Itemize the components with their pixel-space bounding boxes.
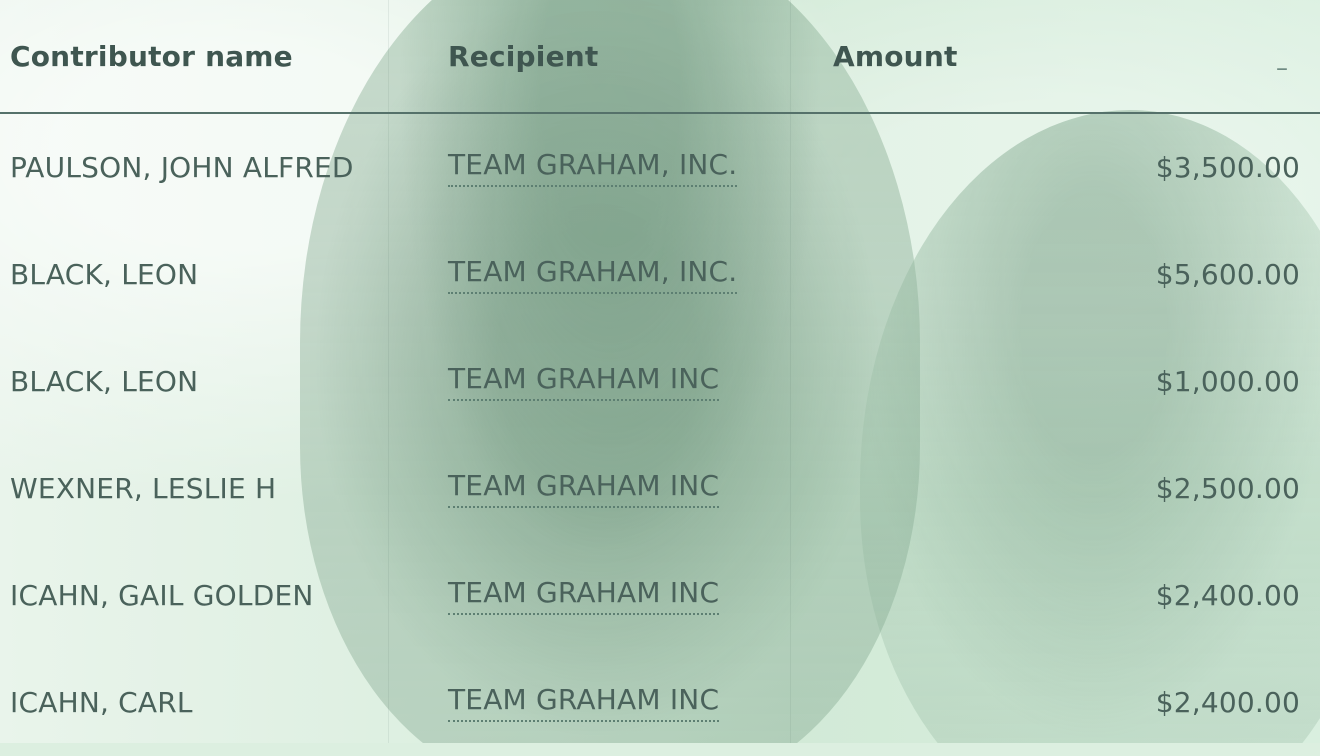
contributor-name: BLACK, LEON bbox=[10, 258, 199, 291]
recipient-cell: TEAM GRAHAM INC bbox=[448, 649, 833, 756]
recipient-link[interactable]: TEAM GRAHAM INC bbox=[448, 578, 720, 615]
collapse-icon[interactable]: – bbox=[1276, 56, 1288, 80]
table-row: PAULSON, JOHN ALFRED TEAM GRAHAM, INC. $… bbox=[0, 113, 1320, 221]
contributor-name: ICAHN, CARL bbox=[10, 686, 193, 719]
recipient-cell: TEAM GRAHAM INC bbox=[448, 542, 833, 649]
contribution-table: Contributor name Recipient Amount PAULSO… bbox=[0, 0, 1320, 756]
header-row: Contributor name Recipient Amount bbox=[0, 0, 1320, 114]
recipient-cell: TEAM GRAHAM, INC. bbox=[448, 113, 833, 221]
contributor-name: WEXNER, LESLIE H bbox=[10, 472, 277, 505]
action-column-header bbox=[1301, 0, 1320, 114]
contributor-column-header[interactable]: Contributor name bbox=[0, 0, 448, 114]
contributor-cell: ICAHN, GAIL GOLDEN bbox=[0, 542, 448, 649]
amount-column-header[interactable]: Amount bbox=[833, 0, 1301, 114]
recipient-link[interactable]: TEAM GRAHAM INC bbox=[448, 685, 720, 722]
table-row: ICAHN, CARL TEAM GRAHAM INC $2,400.00 bbox=[0, 649, 1320, 756]
table-header: Contributor name Recipient Amount bbox=[0, 0, 1320, 114]
table-row: ICAHN, GAIL GOLDEN TEAM GRAHAM INC $2,40… bbox=[0, 542, 1320, 649]
amount-cell: $2,400.00 bbox=[1155, 686, 1300, 719]
table-row: WEXNER, LESLIE H TEAM GRAHAM INC $2,500.… bbox=[0, 435, 1320, 542]
recipient-column-header[interactable]: Recipient bbox=[448, 0, 833, 114]
contributor-name: ICAHN, GAIL GOLDEN bbox=[10, 579, 314, 612]
contributor-cell: WEXNER, LESLIE H bbox=[0, 435, 448, 542]
table-row: BLACK, LEON TEAM GRAHAM INC $1,000.00 bbox=[0, 328, 1320, 435]
contributor-cell: PAULSON, JOHN ALFRED bbox=[0, 113, 448, 221]
recipient-link[interactable]: TEAM GRAHAM, INC. bbox=[448, 257, 738, 294]
amount-cell: $1,000.00 bbox=[1155, 365, 1300, 398]
contributor-cell: BLACK, LEON bbox=[0, 328, 448, 435]
recipient-cell: TEAM GRAHAM, INC. bbox=[448, 221, 833, 328]
contribution-table-wrap: Contributor name Recipient Amount PAULSO… bbox=[0, 0, 1320, 743]
amount-cell: $2,400.00 bbox=[1155, 579, 1300, 612]
recipient-link[interactable]: TEAM GRAHAM INC bbox=[448, 364, 720, 401]
contributor-name: BLACK, LEON bbox=[10, 365, 199, 398]
recipient-link[interactable]: TEAM GRAHAM INC bbox=[448, 471, 720, 508]
table-row: BLACK, LEON TEAM GRAHAM, INC. $5,600.00 bbox=[0, 221, 1320, 328]
contributor-name: PAULSON, JOHN ALFRED bbox=[10, 151, 354, 184]
contributor-cell: BLACK, LEON bbox=[0, 221, 448, 328]
amount-cell: $2,500.00 bbox=[1155, 472, 1300, 505]
amount-cell: $5,600.00 bbox=[1155, 258, 1300, 291]
recipient-cell: TEAM GRAHAM INC bbox=[448, 328, 833, 435]
recipient-cell: TEAM GRAHAM INC bbox=[448, 435, 833, 542]
recipient-link[interactable]: TEAM GRAHAM, INC. bbox=[448, 150, 738, 187]
table-body: PAULSON, JOHN ALFRED TEAM GRAHAM, INC. $… bbox=[0, 113, 1320, 756]
amount-cell: $3,500.00 bbox=[1155, 151, 1300, 184]
contributor-cell: ICAHN, CARL bbox=[0, 649, 448, 756]
